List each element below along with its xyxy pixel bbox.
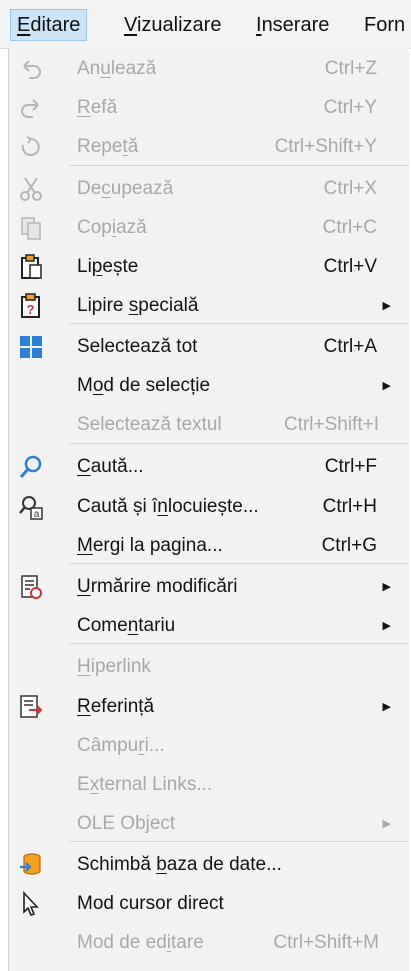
menu-item-find[interactable]: Caută... Ctrl+F bbox=[9, 448, 409, 486]
menu-item-label: Selectează tot bbox=[77, 336, 198, 357]
menu-item-label: Anulează bbox=[77, 58, 157, 79]
paste-special-icon: ? bbox=[17, 292, 45, 320]
menu-item-label: Schimbă baza de date... bbox=[77, 854, 282, 875]
submenu-arrow-icon: ▶ bbox=[382, 581, 391, 593]
submenu-arrow-icon: ▶ bbox=[382, 300, 391, 312]
menu-item-label: Comentariu bbox=[77, 615, 176, 636]
menu-format[interactable]: Forn bbox=[358, 10, 411, 40]
scissors-icon bbox=[17, 175, 45, 203]
menu-item-label: Urmărire modificări bbox=[77, 576, 238, 597]
menu-bar: Editare Vizualizare Inserare Forn bbox=[0, 0, 411, 49]
menu-item-label: OLE Object bbox=[77, 813, 176, 834]
menu-item-shortcut: Ctrl+C bbox=[322, 217, 377, 238]
menu-item-shortcut: Ctrl+F bbox=[324, 456, 377, 477]
repeat-icon bbox=[17, 133, 45, 161]
submenu-arrow-icon: ▶ bbox=[382, 380, 391, 392]
menu-item-label: Lipește bbox=[77, 256, 139, 277]
menu-item-shortcut: Ctrl+H bbox=[322, 496, 377, 517]
database-exchange-icon bbox=[17, 851, 45, 879]
menu-item-label: Decupează bbox=[77, 178, 174, 199]
search-icon bbox=[17, 453, 45, 481]
menu-item-label: Repetă bbox=[77, 136, 139, 157]
menu-item-label: Lipire specială bbox=[77, 295, 199, 316]
find-replace-icon: a bbox=[17, 493, 45, 521]
redo-icon bbox=[17, 94, 45, 122]
menu-item-hyperlink: Hiperlink bbox=[9, 648, 409, 686]
menu-editare[interactable]: Editare bbox=[10, 9, 88, 41]
edit-dropdown-menu: Anulează Ctrl+Z Refă Ctrl+Y Repetă Ctrl+Shift… bbox=[8, 48, 409, 971]
menu-inserare-label: Inserare bbox=[256, 14, 330, 36]
menu-item-label: Mod de editare bbox=[77, 932, 204, 953]
menu-item-shortcut: Ctrl+Shift+I bbox=[283, 414, 379, 435]
menu-item-label: Referință bbox=[77, 696, 155, 717]
menu-item-goto-page[interactable]: Mergi la pagina... Ctrl+G bbox=[9, 527, 409, 565]
menu-item-label: Copiază bbox=[77, 217, 147, 238]
menu-item-redo: Refă Ctrl+Y bbox=[9, 89, 409, 127]
undo-icon bbox=[17, 55, 45, 83]
menu-item-repeat: Repetă Ctrl+Shift+Y bbox=[9, 128, 409, 166]
svg-text:a: a bbox=[34, 509, 40, 520]
menu-item-selection-mode[interactable]: Mod de selecție ▶ bbox=[9, 367, 409, 405]
paste-icon bbox=[17, 253, 45, 281]
menu-item-label: Hiperlink bbox=[77, 656, 151, 677]
menu-item-shortcut: Ctrl+V bbox=[323, 256, 377, 277]
menu-item-shortcut: Ctrl+Y bbox=[323, 97, 377, 118]
menu-item-cut: Decupează Ctrl+X bbox=[9, 170, 409, 208]
menu-item-paste[interactable]: Lipește Ctrl+V bbox=[9, 248, 409, 286]
menu-item-find-replace[interactable]: a Caută și înlocuiește... Ctrl+H bbox=[9, 488, 409, 526]
cursor-icon bbox=[17, 890, 45, 918]
menu-item-shortcut: Ctrl+Z bbox=[324, 58, 377, 79]
menu-item-label: Mergi la pagina... bbox=[77, 535, 223, 556]
menu-item-edit-mode: Mod de editare Ctrl+Shift+M bbox=[9, 924, 409, 962]
menu-item-undo: Anulează Ctrl+Z bbox=[9, 50, 409, 88]
menu-vizualizare-label: Vizualizare bbox=[124, 14, 222, 36]
svg-text:?: ? bbox=[27, 302, 35, 317]
menu-item-copy: Copiază Ctrl+C bbox=[9, 209, 409, 247]
menu-vizualizare[interactable]: Vizualizare bbox=[118, 10, 227, 40]
menu-item-reference[interactable]: Referință ▶ bbox=[9, 688, 409, 726]
menu-item-comment[interactable]: Comentariu ▶ bbox=[9, 607, 409, 645]
menu-item-paste-special[interactable]: ? Lipire specială ▶ bbox=[9, 287, 409, 325]
menu-editare-label: Editare bbox=[17, 14, 81, 36]
copy-icon bbox=[17, 214, 45, 242]
submenu-arrow-icon: ▶ bbox=[382, 701, 391, 713]
menu-item-label: External Links... bbox=[77, 774, 213, 795]
menu-item-label: Selectează textul bbox=[77, 414, 222, 435]
menu-item-shortcut: Ctrl+A bbox=[323, 336, 377, 357]
menu-item-shortcut: Ctrl+Shift+M bbox=[273, 932, 379, 953]
menu-item-direct-cursor[interactable]: Mod cursor direct bbox=[9, 885, 409, 923]
menu-inserare[interactable]: Inserare bbox=[250, 10, 335, 40]
menu-item-fields: Câmpuri... bbox=[9, 727, 409, 765]
menu-item-select-text: Selectează textul Ctrl+Shift+I bbox=[9, 406, 409, 444]
menu-item-shortcut: Ctrl+X bbox=[323, 178, 377, 199]
menu-item-select-all[interactable]: Selectează tot Ctrl+A bbox=[9, 328, 409, 366]
menu-item-label: Caută... bbox=[77, 456, 144, 477]
menu-item-shortcut: Ctrl+G bbox=[321, 535, 377, 556]
menu-item-external-links: External Links... bbox=[9, 766, 409, 804]
reference-icon bbox=[17, 693, 45, 721]
menu-format-label: Forn bbox=[364, 14, 406, 36]
menu-item-exchange-db[interactable]: Schimbă baza de date... bbox=[9, 846, 409, 884]
select-all-icon bbox=[17, 333, 45, 361]
menu-item-label: Câmpuri... bbox=[77, 735, 165, 756]
submenu-arrow-icon: ▶ bbox=[382, 620, 391, 632]
menu-item-track-changes[interactable]: Urmărire modificări ▶ bbox=[9, 568, 409, 606]
menu-item-ole-object: OLE Object ▶ bbox=[9, 805, 409, 843]
track-changes-icon bbox=[17, 573, 45, 601]
menu-item-label: Mod de selecție bbox=[77, 375, 211, 396]
submenu-arrow-icon: ▶ bbox=[382, 818, 391, 830]
menu-item-label: Mod cursor direct bbox=[77, 893, 224, 914]
menu-item-label: Refă bbox=[77, 97, 118, 118]
menu-item-shortcut: Ctrl+Shift+Y bbox=[274, 136, 377, 157]
menu-item-label: Caută și înlocuiește... bbox=[77, 496, 259, 517]
